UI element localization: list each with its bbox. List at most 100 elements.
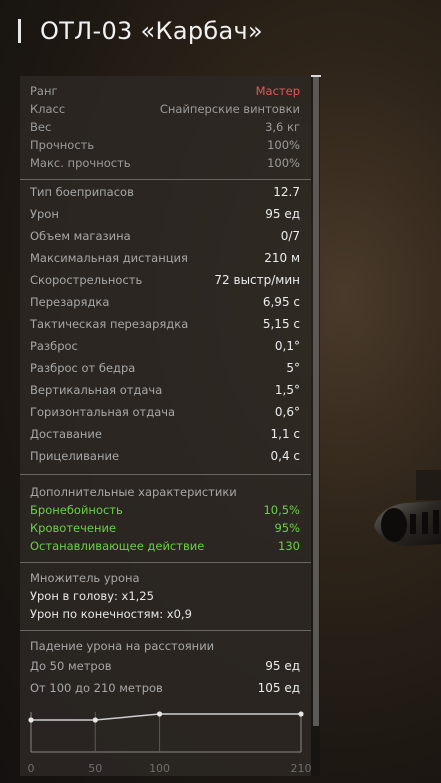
header: ОТЛ-03 «Карбач» [18,14,263,48]
multiplier-row: Урон по конечностям: x0,9 [30,605,300,623]
stat-value: 6,95 с [262,295,300,309]
stat-row: Тактическая перезарядка 5,15 с [30,313,300,335]
chart-point [156,711,163,717]
stat-row-class: Класс Снайперские винтовки [30,100,300,118]
divider [20,474,311,475]
scrollbar-thumb[interactable] [313,76,319,726]
stat-label: Класс [30,102,66,116]
section-title: Падение урона на расстоянии [30,639,215,653]
stat-label: Максимальная дистанция [30,251,188,265]
falloff-label: До 50 метров [30,659,112,673]
weapon-stats-panel: Ранг Мастер Класс Снайперские винтовки В… [20,76,311,776]
stat-value: 100% [267,138,300,152]
chart-point [28,717,34,723]
stat-row: Вертикальная отдача 1,5° [30,379,300,401]
stat-row: Кровотечение 95% [30,519,300,537]
stat-value: 1,5° [274,383,300,397]
weapon-preview-image [372,470,441,580]
multiplier-row: Урон в голову: x1,25 [30,587,300,605]
falloff-value: 105 ед [257,681,300,695]
section-title: Дополнительные характеристики [30,485,237,499]
stat-label: Бронебойность [30,503,123,517]
falloff-value: 95 ед [265,659,300,673]
stat-label: Макс. прочность [30,156,131,170]
stat-value: 100% [267,156,300,170]
chart-tick-label: 50 [88,762,102,775]
stat-label: Объем магазина [30,229,131,243]
stat-row: Максимальная дистанция 210 м [30,247,300,269]
headshot-multiplier: Урон в голову: x1,25 [30,589,154,603]
chart-point [92,717,98,723]
stat-row: Бронебойность 10,5% [30,501,300,519]
stat-value: 72 выстр/мин [214,273,300,287]
stat-label: Разброс от бедра [30,361,136,375]
stat-value: 0,6° [274,405,300,419]
rank-value: Мастер [255,84,300,98]
stat-value: 3,6 кг [265,120,300,134]
limb-multiplier: Урон по конечностям: x0,9 [30,607,192,621]
stat-label: Ранг [30,84,58,98]
stat-label: Тактическая перезарядка [30,317,189,331]
stat-row-weight: Вес 3,6 кг [30,118,300,136]
section-title-row: Падение урона на расстоянии [30,636,300,656]
stat-row: Тип боеприпасов 12.7 [30,181,300,203]
stat-row-rank: Ранг Мастер [30,82,300,100]
title-accent-bar [18,19,21,43]
chart-tick-label: 0 [28,762,35,775]
stat-label: Прочность [30,138,95,152]
stat-value: 95% [274,521,300,535]
stat-value: 130 [278,539,300,553]
stat-label: Доставание [30,427,102,441]
stat-label: Горизонтальная отдача [30,405,176,419]
section-title-row: Дополнительные характеристики [30,483,300,501]
stat-value: 0,1° [274,339,300,353]
stat-label: Вертикальная отдача [30,383,163,397]
stat-value: 0,4 с [270,449,301,463]
stat-value: Снайперские винтовки [159,102,300,116]
stat-row: Скорострельность 72 выстр/мин [30,269,300,291]
stat-value: 210 м [264,251,300,265]
falloff-row: До 50 метров 95 ед [30,656,300,676]
damage-falloff-chart: 0 50 100 210 [28,711,312,775]
falloff-row: От 100 до 210 метров 105 ед [30,678,300,698]
stat-value: 10,5% [263,503,300,517]
stat-label: Скорострельность [30,273,143,287]
stat-value: 12.7 [273,185,300,199]
stat-label: Кровотечение [30,521,117,535]
stat-value: 1,1 с [270,427,301,441]
stat-row: Урон 95 ед [30,203,300,225]
stat-row: Горизонтальная отдача 0,6° [30,401,300,423]
falloff-label: От 100 до 210 метров [30,681,163,695]
stat-value: 0/7 [280,229,300,243]
section-title-row: Множитель урона [30,569,300,587]
stat-value: 5° [286,361,300,375]
stat-row: Объем магазина 0/7 [30,225,300,247]
stat-row: Доставание 1,1 с [30,423,300,445]
divider [20,562,311,563]
chart-series-line [31,713,301,721]
stat-label: Останавливающее действие [30,539,205,553]
chart-point [298,711,304,717]
stat-row: Перезарядка 6,95 с [30,291,300,313]
divider [20,179,311,180]
stat-value: 95 ед [265,207,300,221]
stat-label: Разброс [30,339,78,353]
stat-row: Прицеливание 0,4 с [30,445,300,467]
page-title: ОТЛ-03 «Карбач» [40,17,263,45]
stat-row: Останавливающее действие 130 [30,537,300,555]
stat-value: 5,15 с [262,317,300,331]
section-title: Множитель урона [30,571,140,585]
chart-tick-label: 100 [149,762,170,775]
stat-label: Перезарядка [30,295,110,309]
stat-row: Разброс от бедра 5° [30,357,300,379]
stat-label: Вес [30,120,52,134]
stat-label: Прицеливание [30,449,120,463]
divider [20,630,311,631]
stat-row-durability: Прочность 100% [30,136,300,154]
scrollbar-cap [311,75,321,77]
stat-row-max-durability: Макс. прочность 100% [30,154,300,172]
stat-label: Урон [30,207,59,221]
stat-row: Разброс 0,1° [30,335,300,357]
stat-label: Тип боеприпасов [30,185,134,199]
chart-tick-label: 210 [291,762,312,775]
